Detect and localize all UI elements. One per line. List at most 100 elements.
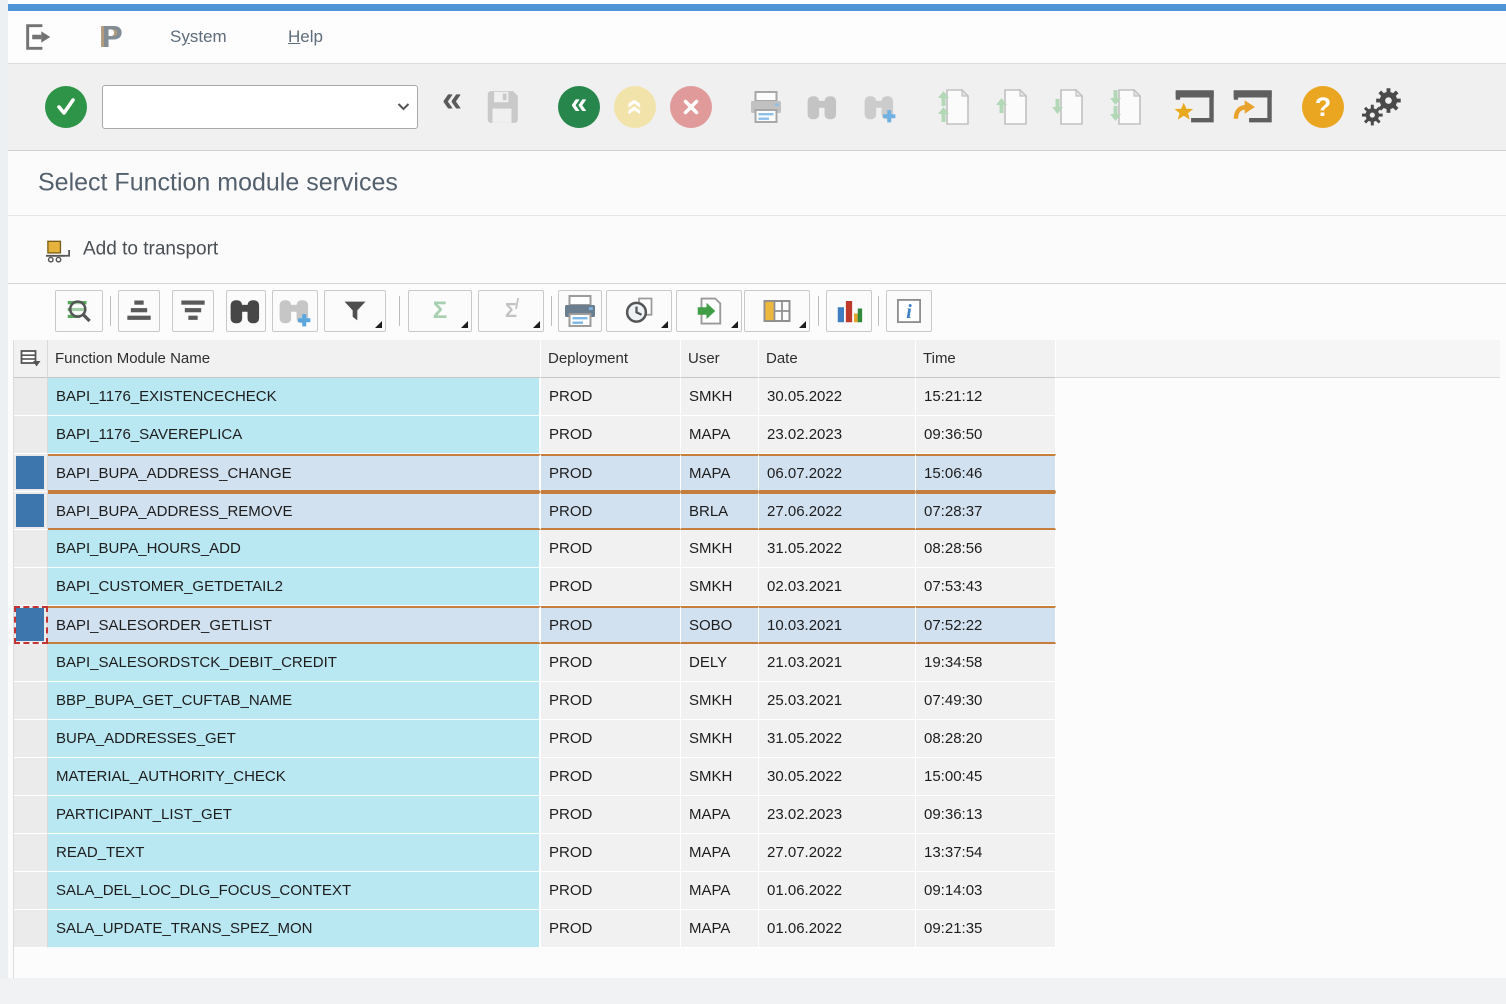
cell-deployment[interactable]: PROD: [541, 758, 681, 796]
previous-page-button[interactable]: [990, 87, 1036, 127]
exit-button[interactable]: «: [613, 86, 657, 128]
cell-user[interactable]: SOBO: [681, 606, 759, 644]
find-button[interactable]: >: [801, 90, 845, 124]
grid-graphic-button[interactable]: [826, 290, 872, 332]
chevron-down-icon[interactable]: [397, 102, 410, 111]
cell-deployment[interactable]: PROD: [541, 872, 681, 910]
cell-date[interactable]: 06.07.2022: [759, 454, 916, 492]
cell-name[interactable]: BAPI_SALESORDER_GETLIST: [48, 606, 541, 644]
grid-print-button[interactable]: [558, 290, 602, 332]
column-header-time[interactable]: Time: [916, 340, 1056, 378]
row-selector[interactable]: [14, 378, 48, 416]
row-selector[interactable]: [14, 720, 48, 758]
enter-button[interactable]: [44, 86, 88, 128]
find-next-button[interactable]: [854, 90, 906, 124]
print-button[interactable]: [743, 89, 789, 125]
cell-user[interactable]: BRLA: [681, 492, 759, 530]
cell-user[interactable]: MAPA: [681, 416, 759, 454]
column-header-user[interactable]: User: [681, 340, 759, 378]
cell-date[interactable]: 23.02.2023: [759, 416, 916, 454]
new-session-button[interactable]: [1168, 88, 1220, 126]
cell-name[interactable]: MATERIAL_AUTHORITY_CHECK: [48, 758, 541, 796]
cell-date[interactable]: 02.03.2021: [759, 568, 916, 606]
cell-date[interactable]: 25.03.2021: [759, 682, 916, 720]
cell-time[interactable]: 15:21:12: [916, 378, 1056, 416]
menu-item-system[interactable]: System: [170, 11, 227, 63]
cell-time[interactable]: 09:21:35: [916, 910, 1056, 948]
cell-deployment[interactable]: PROD: [541, 644, 681, 682]
grid-details-button[interactable]: [55, 290, 103, 332]
row-selector[interactable]: [14, 910, 48, 948]
row-selector[interactable]: [14, 568, 48, 606]
command-field[interactable]: [102, 85, 418, 129]
row-selector[interactable]: [14, 416, 48, 454]
cell-user[interactable]: MAPA: [681, 796, 759, 834]
cell-user[interactable]: MAPA: [681, 454, 759, 492]
menu-item-help[interactable]: Help: [288, 11, 323, 63]
row-selector[interactable]: [14, 758, 48, 796]
cell-deployment[interactable]: PROD: [541, 568, 681, 606]
cell-date[interactable]: 21.03.2021: [759, 644, 916, 682]
cell-deployment[interactable]: PROD: [541, 910, 681, 948]
cell-time[interactable]: 09:36:13: [916, 796, 1056, 834]
cell-user[interactable]: MAPA: [681, 872, 759, 910]
cell-date[interactable]: 31.05.2022: [759, 720, 916, 758]
back-button[interactable]: «: [557, 86, 601, 128]
grid-total-button[interactable]: Σ: [408, 290, 472, 332]
cell-name[interactable]: SALA_UPDATE_TRANS_SPEZ_MON: [48, 910, 541, 948]
cell-deployment[interactable]: PROD: [541, 454, 681, 492]
grid-find-button[interactable]: >: [226, 290, 266, 332]
cell-deployment[interactable]: PROD: [541, 720, 681, 758]
grid-subtotal-button[interactable]: Σ/: [478, 290, 544, 332]
grid-views-button[interactable]: [606, 290, 672, 332]
cell-time[interactable]: 08:28:56: [916, 530, 1056, 568]
cell-user[interactable]: MAPA: [681, 910, 759, 948]
cell-time[interactable]: 07:53:43: [916, 568, 1056, 606]
cell-deployment[interactable]: PROD: [541, 530, 681, 568]
grid-sort-ascending-button[interactable]: [118, 290, 160, 332]
row-selector[interactable]: [14, 530, 48, 568]
cell-name[interactable]: BAPI_BUPA_ADDRESS_REMOVE: [48, 492, 541, 530]
cell-name[interactable]: BAPI_BUPA_ADDRESS_CHANGE: [48, 454, 541, 492]
cell-deployment[interactable]: PROD: [541, 492, 681, 530]
cell-deployment[interactable]: PROD: [541, 796, 681, 834]
cell-time[interactable]: 13:37:54: [916, 834, 1056, 872]
cell-date[interactable]: 27.06.2022: [759, 492, 916, 530]
cell-time[interactable]: 09:36:50: [916, 416, 1056, 454]
cell-date[interactable]: 01.06.2022: [759, 910, 916, 948]
cell-user[interactable]: SMKH: [681, 682, 759, 720]
row-selector[interactable]: [14, 872, 48, 910]
cell-time[interactable]: 19:34:58: [916, 644, 1056, 682]
cell-time[interactable]: 15:00:45: [916, 758, 1056, 796]
cell-name[interactable]: BAPI_SALESORDSTCK_DEBIT_CREDIT: [48, 644, 541, 682]
cell-date[interactable]: 30.05.2022: [759, 378, 916, 416]
cell-user[interactable]: SMKH: [681, 378, 759, 416]
grid-export-button[interactable]: [676, 290, 742, 332]
cell-name[interactable]: BAPI_1176_SAVEREPLICA: [48, 416, 541, 454]
cell-name[interactable]: BAPI_BUPA_HOURS_ADD: [48, 530, 541, 568]
cell-deployment[interactable]: PROD: [541, 378, 681, 416]
last-page-button[interactable]: [1102, 87, 1152, 127]
cell-user[interactable]: DELY: [681, 644, 759, 682]
save-button[interactable]: [480, 88, 524, 126]
grid-set-filter-button[interactable]: [324, 290, 386, 332]
cell-date[interactable]: 30.05.2022: [759, 758, 916, 796]
cell-date[interactable]: 27.07.2022: [759, 834, 916, 872]
cell-date[interactable]: 10.03.2021: [759, 606, 916, 644]
cell-user[interactable]: SMKH: [681, 568, 759, 606]
grid-sort-descending-button[interactable]: [172, 290, 214, 332]
row-selector[interactable]: [14, 606, 48, 644]
row-selector[interactable]: [14, 834, 48, 872]
cell-date[interactable]: 01.06.2022: [759, 872, 916, 910]
cancel-button[interactable]: [669, 86, 713, 128]
row-selector[interactable]: [14, 796, 48, 834]
row-selector[interactable]: [14, 682, 48, 720]
cell-deployment[interactable]: PROD: [541, 416, 681, 454]
cell-deployment[interactable]: PROD: [541, 606, 681, 644]
cell-user[interactable]: SMKH: [681, 758, 759, 796]
cell-user[interactable]: SMKH: [681, 530, 759, 568]
row-selector[interactable]: [14, 454, 48, 492]
cell-deployment[interactable]: PROD: [541, 682, 681, 720]
row-selector[interactable]: [14, 644, 48, 682]
exit-door-icon[interactable]: [22, 11, 56, 63]
